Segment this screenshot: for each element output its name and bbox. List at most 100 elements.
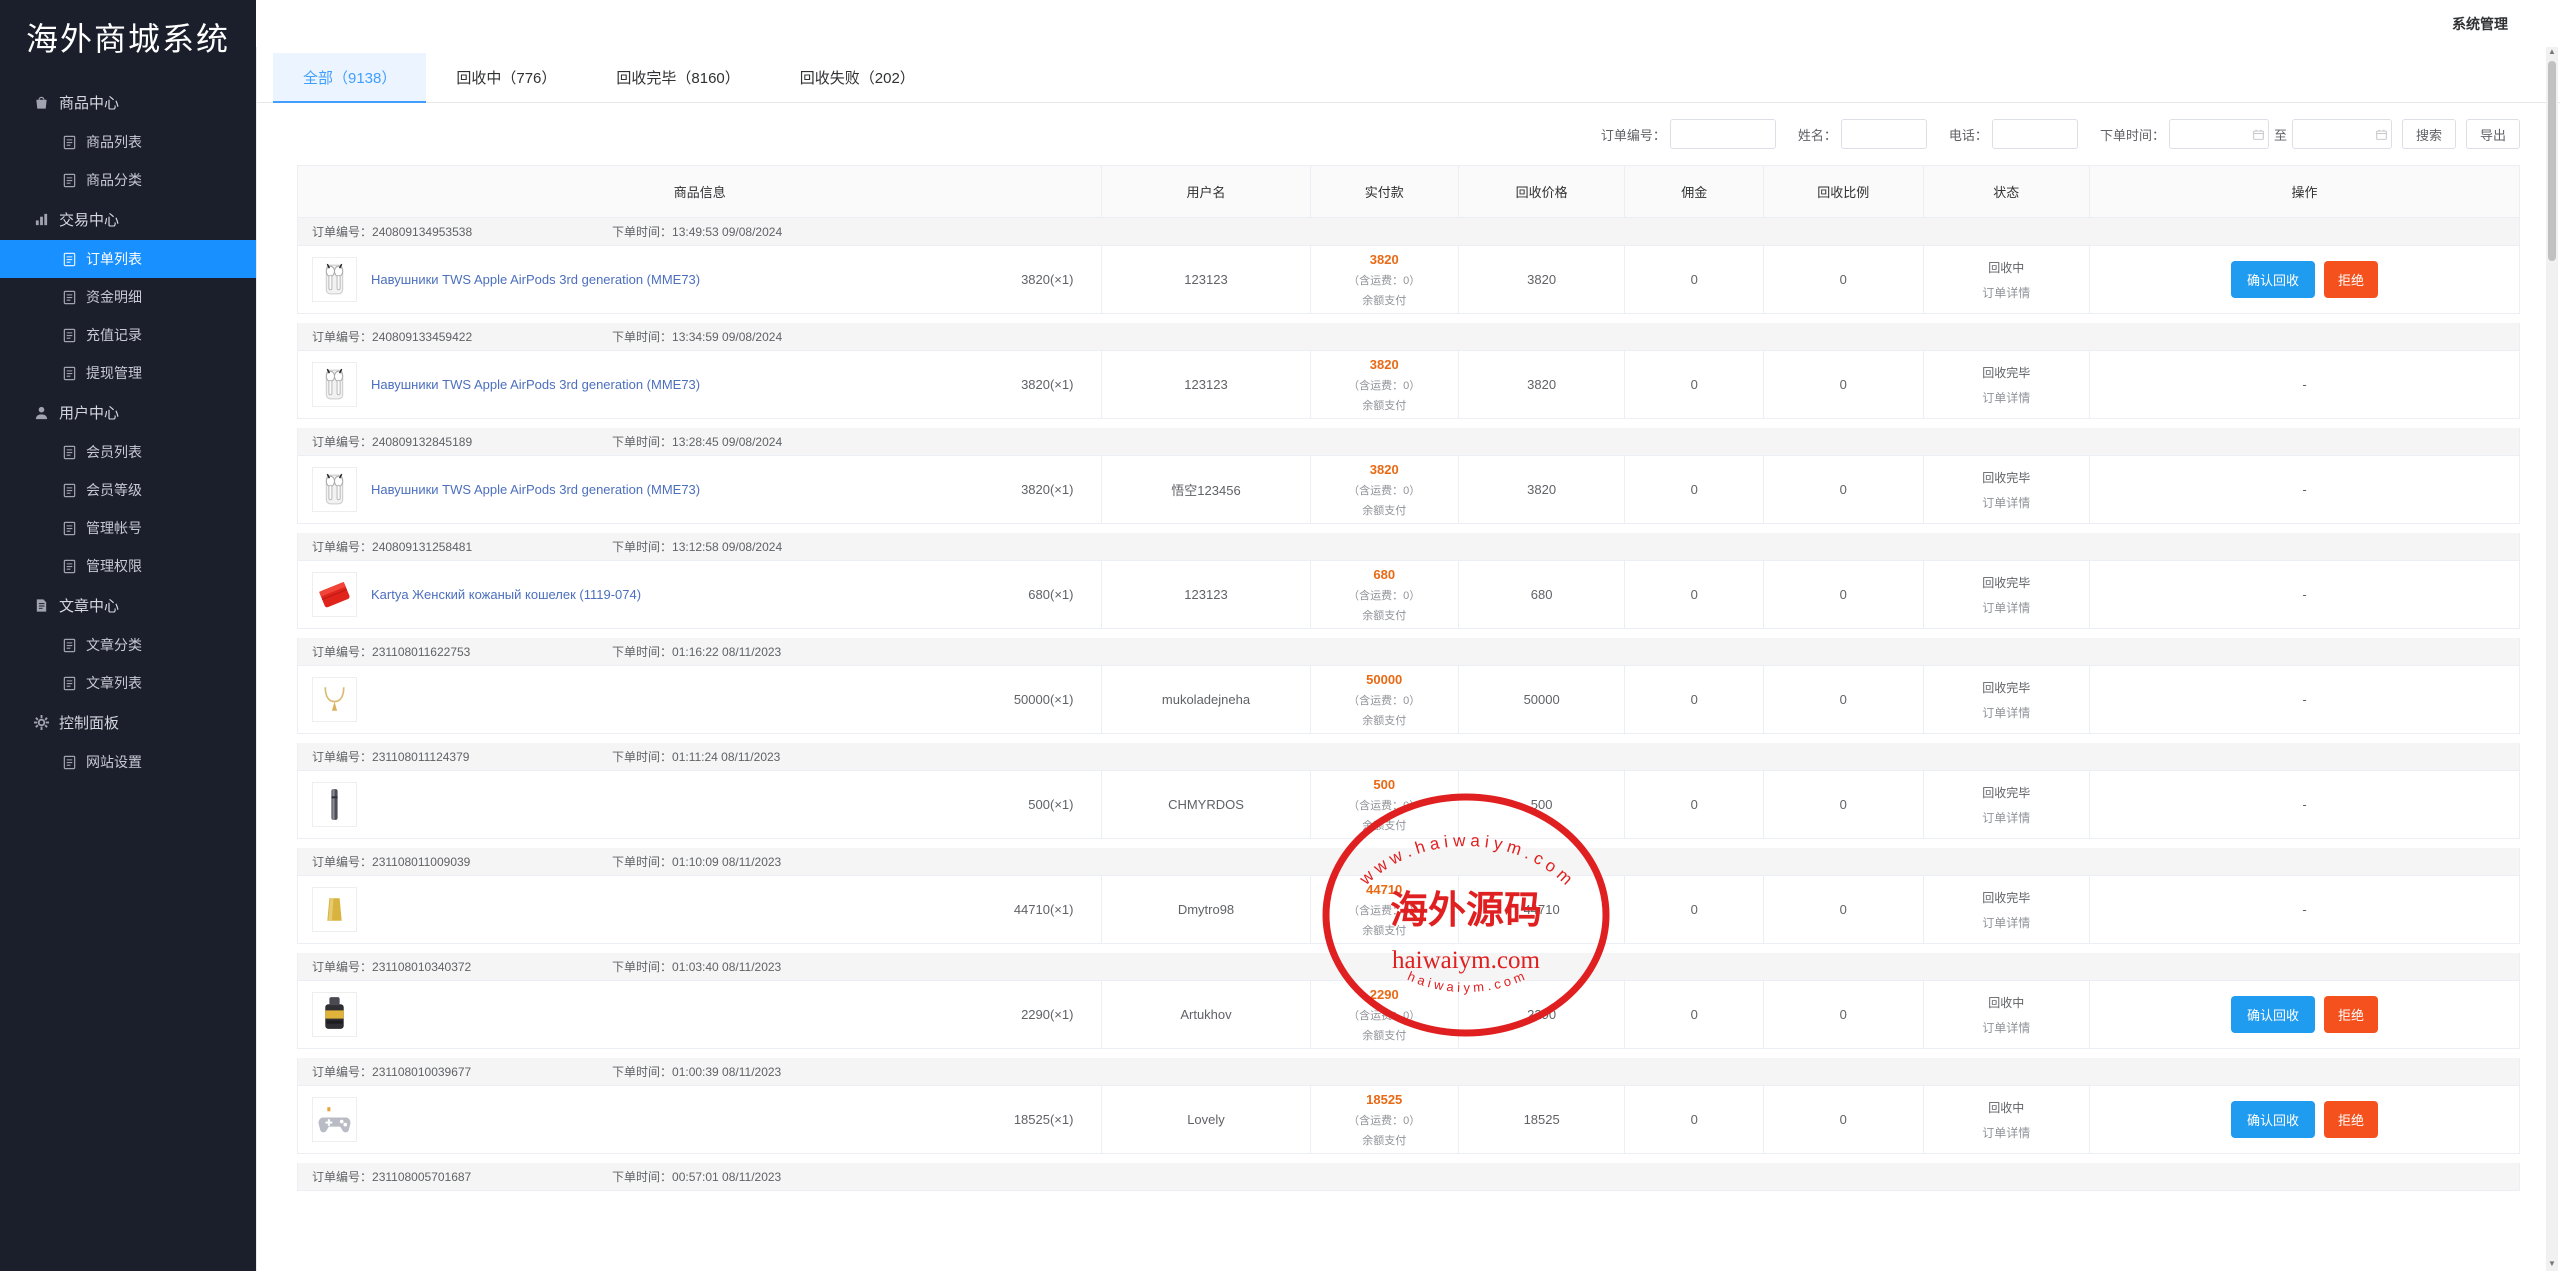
- sidebar-item-1-1[interactable]: 资金明细: [0, 278, 256, 316]
- order-group-header: 订单编号：240809134953538 下单时间：13:49:53 09/08…: [298, 218, 2520, 246]
- vertical-scrollbar[interactable]: ▲ ▼: [2546, 47, 2558, 1271]
- sidebar-item-2-1[interactable]: 会员等级: [0, 471, 256, 509]
- recycle-price-cell: 18525: [1458, 1086, 1624, 1154]
- order-detail-link[interactable]: 订单详情: [1924, 704, 2089, 721]
- order-time-text: 下单时间：13:12:58 09/08/2024: [612, 538, 782, 555]
- doc-icon: [62, 483, 77, 498]
- recycle-price: 3820: [1527, 482, 1556, 497]
- order-detail-link[interactable]: 订单详情: [1924, 1124, 2089, 1141]
- confirm-recycle-button[interactable]: 确认回收: [2231, 1101, 2315, 1138]
- necklace-icon: [312, 677, 357, 722]
- reject-button[interactable]: 拒绝: [2324, 261, 2378, 298]
- order-no-input[interactable]: [1670, 119, 1776, 149]
- phone-input[interactable]: [1992, 119, 2078, 149]
- sidebar-item-1-2[interactable]: 充值记录: [0, 316, 256, 354]
- sidebar-item-2-2[interactable]: 管理帐号: [0, 509, 256, 547]
- tab-1[interactable]: 回收中（776）: [426, 53, 586, 102]
- pay-method: 余额支付: [1311, 502, 1458, 518]
- order-detail-link[interactable]: 订单详情: [1924, 914, 2089, 931]
- export-button[interactable]: 导出: [2466, 119, 2520, 149]
- scrollbar-thumb[interactable]: [2548, 61, 2556, 261]
- product-name[interactable]: Навушники TWS Apple AirPods 3rd generati…: [371, 272, 971, 287]
- sidebar-item-1-3[interactable]: 提现管理: [0, 354, 256, 392]
- paid-cell: 680 （含运费：0） 余额支付: [1310, 561, 1458, 629]
- order-detail-link[interactable]: 订单详情: [1924, 1019, 2089, 1036]
- product-name[interactable]: Навушники TWS Apple AirPods 3rd generati…: [371, 377, 971, 392]
- sidebar-group-2[interactable]: 用户中心: [0, 392, 256, 433]
- reject-button[interactable]: 拒绝: [2324, 996, 2378, 1033]
- confirm-recycle-button[interactable]: 确认回收: [2231, 996, 2315, 1033]
- name-input[interactable]: [1841, 119, 1927, 149]
- status-badge: 回收完毕: [1924, 889, 2089, 906]
- order-detail-link[interactable]: 订单详情: [1924, 599, 2089, 616]
- user-cell: Dmytro98: [1102, 876, 1310, 944]
- sidebar-group-3[interactable]: 文章中心: [0, 585, 256, 626]
- order-detail-link[interactable]: 订单详情: [1924, 494, 2089, 511]
- shipping-note: （含运费：0）: [1311, 482, 1458, 498]
- order-detail-link[interactable]: 订单详情: [1924, 284, 2089, 301]
- recycle-ratio: 0: [1840, 482, 1847, 497]
- ratio-cell: 0: [1764, 771, 1924, 839]
- ratio-cell: 0: [1764, 456, 1924, 524]
- search-button[interactable]: 搜索: [2402, 119, 2456, 149]
- paid-amount: 3820: [1311, 357, 1458, 372]
- system-management-link[interactable]: 系统管理: [2452, 14, 2508, 34]
- sidebar-item-2-3[interactable]: 管理权限: [0, 547, 256, 585]
- sidebar-item-3-1[interactable]: 文章列表: [0, 664, 256, 702]
- sidebar-item-2-0[interactable]: 会员列表: [0, 433, 256, 471]
- sidebar-group-4[interactable]: 控制面板: [0, 702, 256, 743]
- tab-3[interactable]: 回收失败（202）: [770, 53, 945, 102]
- order-no-label: 订单编号：: [312, 750, 372, 764]
- paid-cell: 3820 （含运费：0） 余额支付: [1310, 246, 1458, 314]
- sidebar-item-label: 网站设置: [86, 752, 142, 772]
- tab-0[interactable]: 全部（9138）: [273, 53, 426, 102]
- table-row: 44710(×1) Dmytro98 44710 （含运费：0） 余额支付 44…: [298, 876, 2520, 944]
- commission-cell: 0: [1625, 876, 1764, 944]
- order-detail-link[interactable]: 订单详情: [1924, 809, 2089, 826]
- sidebar-item-0-0[interactable]: 商品列表: [0, 123, 256, 161]
- sidebar-item-3-0[interactable]: 文章分类: [0, 626, 256, 664]
- sidebar-group-0[interactable]: 商品中心: [0, 82, 256, 123]
- status-badge: 回收完毕: [1924, 364, 2089, 381]
- table-row: 500(×1) CHMYRDOS 500 （含运费：0） 余额支付 500 0 …: [298, 771, 2520, 839]
- sidebar-nav: 商品中心 商品列表 商品分类 交易中心 订单列表 资金明细 充值记录 提现管理 …: [0, 82, 256, 781]
- commission: 0: [1691, 797, 1698, 812]
- order-group-header: 订单编号：231108011622753 下单时间：01:16:22 08/11…: [298, 638, 2520, 666]
- row-spacer: [298, 524, 2520, 533]
- date-start-input[interactable]: [2169, 119, 2269, 149]
- order-no-label: 订单编号：: [312, 330, 372, 344]
- date-end-input[interactable]: [2292, 119, 2392, 149]
- shipping-note: （含运费：0）: [1311, 587, 1458, 603]
- bottle-icon: [312, 992, 357, 1037]
- doc-icon: [62, 290, 77, 305]
- product-cell: 18525(×1): [298, 1086, 1102, 1154]
- sidebar-group-1[interactable]: 交易中心: [0, 199, 256, 240]
- product-name[interactable]: Навушники TWS Apple AirPods 3rd generati…: [371, 482, 971, 497]
- order-time-value: 01:03:40 08/11/2023: [672, 960, 781, 974]
- order-detail-link[interactable]: 订单详情: [1924, 389, 2089, 406]
- shipping-note: （含运费：0）: [1311, 377, 1458, 393]
- sidebar-item-0-1[interactable]: 商品分类: [0, 161, 256, 199]
- date-range-separator: 至: [2274, 125, 2287, 144]
- no-action-placeholder: -: [2302, 587, 2306, 602]
- order-time-label: 下单时间：: [612, 540, 672, 554]
- ratio-cell: 0: [1764, 351, 1924, 419]
- confirm-recycle-button[interactable]: 确认回收: [2231, 261, 2315, 298]
- sidebar-item-1-0[interactable]: 订单列表: [0, 240, 256, 278]
- operation-cell: -: [2089, 561, 2519, 629]
- row-spacer: [298, 629, 2520, 638]
- scroll-up-arrow[interactable]: ▲: [2546, 47, 2558, 59]
- gamepad-icon: [312, 1097, 357, 1142]
- user-name: 悟空123456: [1171, 483, 1240, 498]
- commission-cell: 0: [1625, 246, 1764, 314]
- sidebar-item-4-0[interactable]: 网站设置: [0, 743, 256, 781]
- user-cell: Artukhov: [1102, 981, 1310, 1049]
- order-time-label: 下单时间：: [612, 1065, 672, 1079]
- reject-button[interactable]: 拒绝: [2324, 1101, 2378, 1138]
- scroll-down-arrow[interactable]: ▼: [2546, 1259, 2558, 1271]
- recycle-ratio: 0: [1840, 1112, 1847, 1127]
- pen-icon: [312, 782, 357, 827]
- operation-cell: -: [2089, 666, 2519, 734]
- tab-2[interactable]: 回收完毕（8160）: [586, 53, 769, 102]
- product-name[interactable]: Kartya Женский кожаный кошелек (1119-074…: [371, 587, 971, 602]
